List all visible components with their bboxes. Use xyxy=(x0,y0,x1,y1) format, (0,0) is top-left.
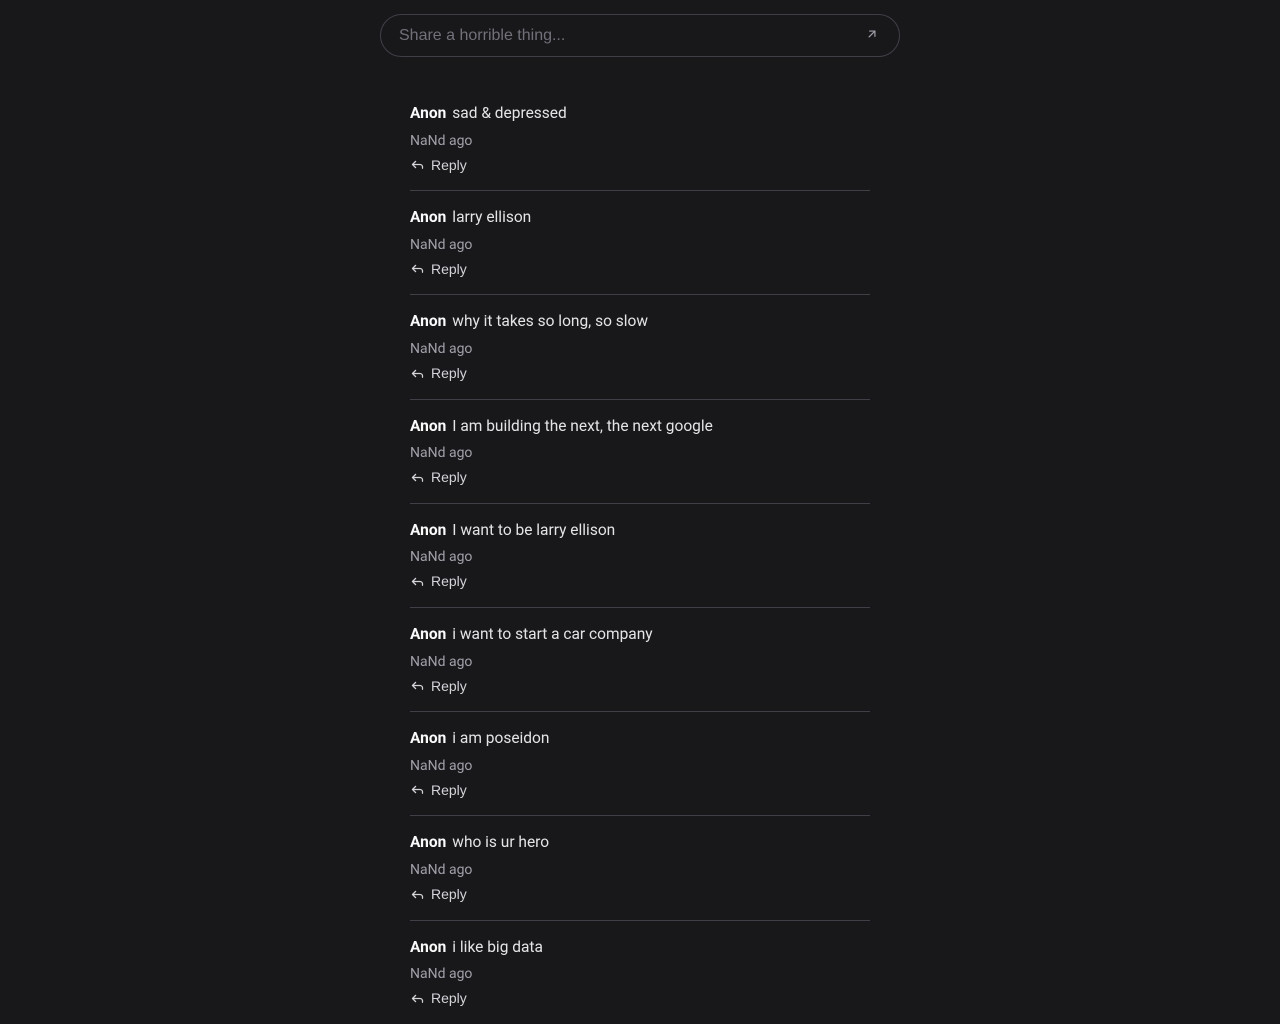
post-content: I want to be larry ellison xyxy=(452,521,615,539)
post-header: Anon who is ur hero xyxy=(410,832,870,854)
reply-label: Reply xyxy=(431,573,467,589)
post-content: I am building the next, the next google xyxy=(452,417,713,435)
post-item: Anon i am poseidon NaNd ago Reply xyxy=(410,712,870,816)
post-header: Anon larry ellison xyxy=(410,207,870,229)
post-author: Anon xyxy=(410,104,446,122)
reply-button[interactable]: Reply xyxy=(410,676,467,696)
reply-label: Reply xyxy=(431,157,467,173)
reply-button[interactable]: Reply xyxy=(410,988,467,1008)
post-content: i like big data xyxy=(452,938,543,956)
post-timestamp: NaNd ago xyxy=(410,133,870,149)
post-author: Anon xyxy=(410,312,446,330)
post-content: why it takes so long, so slow xyxy=(452,312,648,330)
reply-button[interactable]: Reply xyxy=(410,363,467,383)
post-header: Anon why it takes so long, so slow xyxy=(410,311,870,333)
post-item: Anon larry ellison NaNd ago Reply xyxy=(410,191,870,295)
post-content: sad & depressed xyxy=(452,104,566,122)
reply-label: Reply xyxy=(431,886,467,902)
post-timestamp: NaNd ago xyxy=(410,862,870,878)
post-list: Anon sad & depressed NaNd ago Reply Anon larr… xyxy=(380,87,900,1024)
submit-button[interactable] xyxy=(863,25,881,46)
post-author: Anon xyxy=(410,208,446,226)
reply-icon xyxy=(410,261,425,276)
reply-button[interactable]: Reply xyxy=(410,780,467,800)
reply-button[interactable]: Reply xyxy=(410,259,467,279)
post-header: Anon i want to start a car company xyxy=(410,624,870,646)
post-author: Anon xyxy=(410,833,446,851)
post-content: i am poseidon xyxy=(452,729,549,747)
reply-icon xyxy=(410,991,425,1006)
post-author: Anon xyxy=(410,521,446,539)
post-timestamp: NaNd ago xyxy=(410,237,870,253)
reply-icon xyxy=(410,366,425,381)
post-item: Anon why it takes so long, so slow NaNd ag… xyxy=(410,295,870,399)
post-timestamp: NaNd ago xyxy=(410,445,870,461)
reply-icon xyxy=(410,678,425,693)
arrow-up-right-icon xyxy=(865,27,879,44)
reply-icon xyxy=(410,782,425,797)
composer-row xyxy=(380,14,900,57)
post-author: Anon xyxy=(410,625,446,643)
reply-label: Reply xyxy=(431,782,467,798)
reply-icon xyxy=(410,470,425,485)
reply-icon xyxy=(410,574,425,589)
post-timestamp: NaNd ago xyxy=(410,341,870,357)
post-author: Anon xyxy=(410,417,446,435)
post-timestamp: NaNd ago xyxy=(410,758,870,774)
reply-button[interactable]: Reply xyxy=(410,571,467,591)
post-timestamp: NaNd ago xyxy=(410,654,870,670)
post-header: Anon sad & depressed xyxy=(410,103,870,125)
post-author: Anon xyxy=(410,729,446,747)
post-author: Anon xyxy=(410,938,446,956)
post-header: Anon I want to be larry ellison xyxy=(410,520,870,542)
reply-label: Reply xyxy=(431,261,467,277)
post-item: Anon sad & depressed NaNd ago Reply xyxy=(410,87,870,191)
post-content: who is ur hero xyxy=(452,833,549,851)
reply-label: Reply xyxy=(431,365,467,381)
post-item: Anon I am building the next, the next goo… xyxy=(410,400,870,504)
post-header: Anon i like big data xyxy=(410,937,870,959)
composer-input[interactable] xyxy=(399,27,863,45)
post-item: Anon i want to start a car company NaNd ag… xyxy=(410,608,870,712)
post-timestamp: NaNd ago xyxy=(410,966,870,982)
post-item: Anon i like big data NaNd ago Reply xyxy=(410,921,870,1024)
post-content: larry ellison xyxy=(452,208,531,226)
reply-icon xyxy=(410,887,425,902)
post-header: Anon I am building the next, the next goo… xyxy=(410,416,870,438)
reply-label: Reply xyxy=(431,678,467,694)
post-header: Anon i am poseidon xyxy=(410,728,870,750)
reply-button[interactable]: Reply xyxy=(410,467,467,487)
reply-button[interactable]: Reply xyxy=(410,884,467,904)
post-item: Anon I want to be larry ellison NaNd ago Re… xyxy=(410,504,870,608)
reply-label: Reply xyxy=(431,990,467,1006)
post-content: i want to start a car company xyxy=(452,625,652,643)
post-timestamp: NaNd ago xyxy=(410,549,870,565)
post-item: Anon who is ur hero NaNd ago Reply xyxy=(410,816,870,920)
reply-label: Reply xyxy=(431,469,467,485)
reply-icon xyxy=(410,157,425,172)
reply-button[interactable]: Reply xyxy=(410,155,467,175)
